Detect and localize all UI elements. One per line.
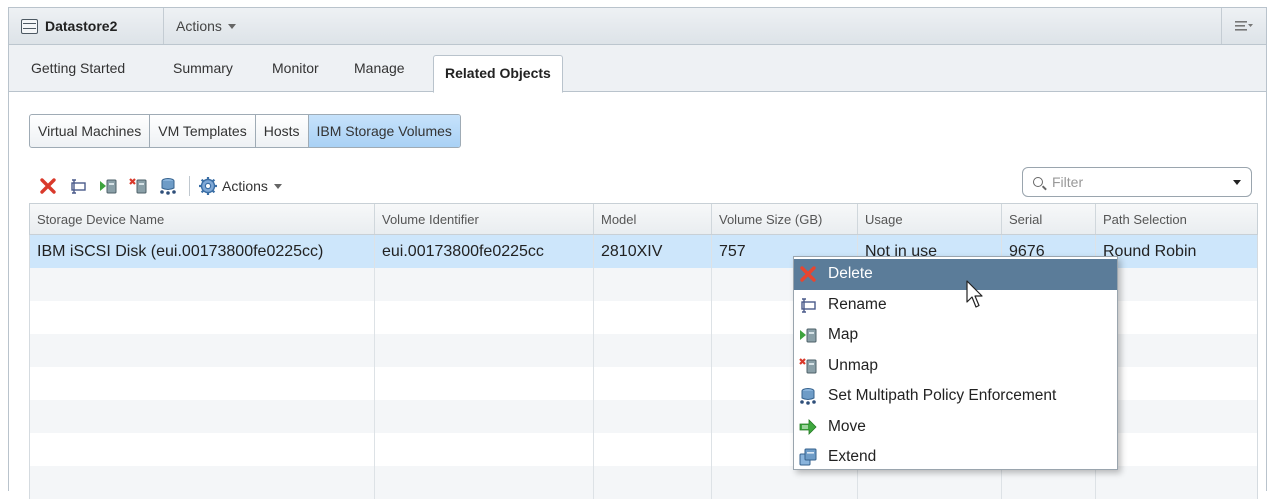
toolbar-actions-menu[interactable]: Actions — [198, 176, 282, 196]
chevron-down-icon[interactable] — [1233, 180, 1241, 185]
title-actions-menu[interactable]: Actions — [176, 8, 236, 44]
context-menu-label: Unmap — [828, 356, 878, 374]
subtab-ibm-storage-volumes[interactable]: IBM Storage Volumes — [308, 115, 460, 147]
column-header-volume-identifier[interactable]: Volume Identifier — [375, 204, 594, 234]
delete-icon[interactable] — [39, 177, 57, 195]
toolbar-actions-label: Actions — [222, 178, 268, 194]
tab-summary[interactable]: Summary — [173, 58, 233, 78]
cell-path-selection: Round Robin — [1103, 243, 1197, 260]
search-icon — [1033, 177, 1043, 187]
multipath-icon[interactable] — [159, 177, 177, 195]
filter-input[interactable]: Filter — [1022, 167, 1252, 197]
tab-monitor[interactable]: Monitor — [272, 58, 319, 78]
rename-icon[interactable] — [69, 177, 87, 195]
title-bar: Datastore2 Actions — [9, 8, 1266, 45]
cell-model: 2810XIV — [594, 235, 712, 268]
context-menu-set-multipath-policy[interactable]: Set Multipath Policy Enforcement — [794, 381, 1117, 412]
rename-icon — [801, 298, 816, 313]
tab-bar: Getting Started Summary Monitor Manage R… — [9, 45, 1266, 93]
mouse-cursor-icon — [966, 280, 983, 308]
context-menu-rename[interactable]: Rename — [794, 290, 1117, 321]
map-icon[interactable] — [99, 177, 117, 195]
context-menu-label: Set Multipath Policy Enforcement — [828, 387, 1057, 405]
table-header: Storage Device Name Volume Identifier Mo… — [29, 203, 1258, 235]
tab-getting-started[interactable]: Getting Started — [31, 58, 125, 78]
context-menu-label: Delete — [828, 265, 873, 283]
tab-related-objects[interactable]: Related Objects — [433, 55, 563, 93]
extend-icon — [799, 448, 817, 466]
column-header-usage[interactable]: Usage — [858, 204, 1002, 234]
column-header-storage-device-name[interactable]: Storage Device Name — [30, 204, 375, 234]
gear-icon — [199, 177, 217, 195]
unmap-icon — [799, 357, 817, 374]
window-title: Datastore2 — [45, 18, 118, 34]
title-actions-label: Actions — [176, 18, 222, 34]
column-header-volume-size[interactable]: Volume Size (GB) — [712, 204, 858, 234]
filter-placeholder: Filter — [1052, 174, 1084, 190]
context-menu-delete[interactable]: Delete — [794, 259, 1117, 290]
volumes-toolbar: Actions — [39, 174, 282, 198]
context-menu-unmap[interactable]: Unmap — [794, 351, 1117, 382]
delete-icon — [800, 266, 816, 282]
unmap-icon[interactable] — [129, 177, 147, 195]
context-menu-label: Move — [828, 417, 866, 435]
context-menu: Delete Rename Map Unmap Set Multipath Po… — [793, 256, 1118, 470]
cell-volume-identifier: eui.00173800fe0225cc — [375, 235, 594, 268]
chevron-down-icon — [273, 183, 282, 189]
context-menu-label: Map — [828, 326, 859, 344]
move-icon — [799, 418, 817, 435]
map-icon — [800, 328, 817, 343]
context-menu-label: Extend — [828, 448, 877, 466]
datastore-title[interactable]: Datastore2 — [9, 8, 164, 44]
column-header-model[interactable]: Model — [594, 204, 712, 234]
subtab-vm-templates[interactable]: VM Templates — [150, 115, 256, 147]
context-menu-map[interactable]: Map — [794, 320, 1117, 351]
related-objects-subtabs: Virtual Machines VM Templates Hosts IBM … — [29, 114, 461, 148]
list-menu-icon — [1235, 21, 1253, 31]
column-header-serial[interactable]: Serial — [1002, 204, 1096, 234]
context-menu-move[interactable]: Move — [794, 412, 1117, 443]
subtab-hosts[interactable]: Hosts — [256, 115, 309, 147]
cell-storage-device-name: IBM iSCSI Disk (eui.00173800fe0225cc) — [30, 235, 375, 268]
chevron-down-icon — [227, 23, 236, 29]
list-menu-button[interactable] — [1221, 8, 1266, 44]
multipath-icon — [800, 388, 816, 406]
context-menu-extend[interactable]: Extend — [794, 442, 1117, 473]
tab-manage[interactable]: Manage — [354, 58, 405, 78]
datastore-icon — [21, 18, 38, 34]
subtab-virtual-machines[interactable]: Virtual Machines — [30, 115, 151, 147]
context-menu-label: Rename — [828, 295, 887, 313]
column-header-path-selection[interactable]: Path Selection — [1096, 204, 1257, 234]
toolbar-separator — [189, 176, 190, 196]
